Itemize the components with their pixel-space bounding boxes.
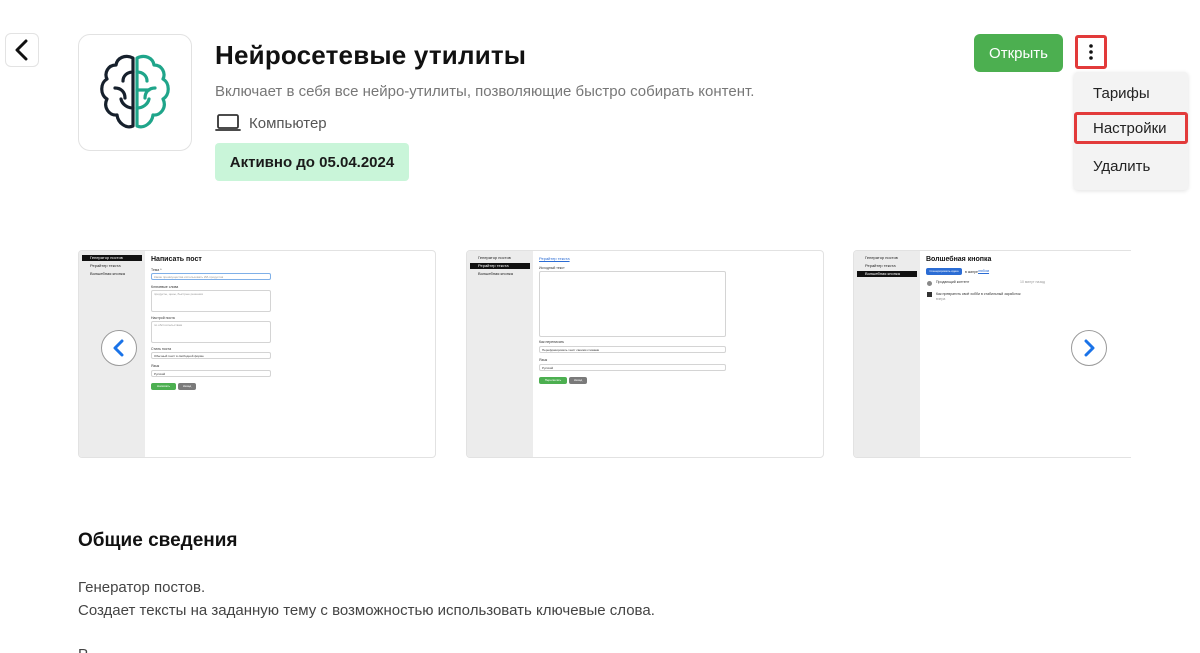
mock-sidebar-item: Волшебная кнопка: [478, 271, 513, 276]
mock-primary-button: Переписать: [539, 377, 567, 384]
mock-textarea: [539, 271, 726, 337]
mock-sidebar-item: Волшебная кнопка: [857, 271, 917, 277]
menu-item-tariffs[interactable]: Тарифы: [1074, 77, 1188, 109]
mock-secondary-button: Назад: [569, 377, 587, 384]
mock-select: Обычный текст в свободной форме: [151, 352, 271, 359]
mock-label: Ключевые слова: [151, 285, 179, 289]
mock-action-button: Сгенерировать идею: [926, 268, 962, 275]
mock-input: Какие преимущества использовать ИИ-проду…: [151, 273, 271, 280]
mock-label: Как переписать: [539, 340, 565, 344]
mock-sidebar: Генератор постов Рерайтер текста Волшебн…: [467, 251, 533, 457]
more-vertical-icon: [1089, 44, 1093, 60]
mock-sidebar-item: Рерайтер текста: [865, 263, 896, 268]
mock-link: любом: [978, 269, 990, 273]
app-icon: [78, 34, 192, 151]
mock-sidebar-item: Генератор постов: [82, 255, 142, 261]
carousel-prev-button[interactable]: [101, 330, 137, 366]
more-options-button[interactable]: [1075, 35, 1107, 69]
mock-item-icon: [927, 281, 932, 286]
app-description: Включает в себя все нейро-утилиты, позво…: [215, 83, 755, 100]
mock-label: Стиль поста: [151, 347, 172, 351]
app-title: Нейросетевые утилиты: [215, 40, 527, 70]
mock-link: Рерайтер текста: [539, 256, 570, 261]
mock-label: Тема *: [151, 268, 162, 272]
mock-item-icon: [927, 292, 932, 297]
mock-primary-button: Написать: [151, 383, 176, 390]
info-paragraph: Создает тексты на заданную тему с возмож…: [78, 602, 655, 619]
mock-list-meta: вчера: [936, 297, 946, 301]
mock-select: Перефразировать текст своими словами: [539, 346, 726, 353]
active-badge: Активно до 05.04.2024: [215, 143, 409, 181]
mock-list-item: Как превратить своё хобби в стабильный з…: [936, 292, 1021, 296]
mock-select: Русский: [151, 370, 271, 377]
mock-sidebar-item: Генератор постов: [478, 255, 511, 260]
mock-label: Язык: [151, 364, 160, 368]
mock-select: Русский: [539, 364, 726, 371]
chevron-left-icon: [113, 339, 124, 357]
mock-label: в жанре: [965, 270, 978, 274]
platform-info: Компьютер: [215, 113, 327, 133]
screenshot-2[interactable]: Генератор постов Рерайтер текста Волшебн…: [466, 250, 824, 458]
carousel-next-button[interactable]: [1071, 330, 1107, 366]
mock-title: Написать пост: [151, 256, 202, 263]
mock-label: Исходный текст: [539, 266, 565, 270]
mock-sidebar-item: Рерайтер текста: [90, 263, 121, 268]
mock-label: Язык: [539, 358, 548, 362]
brain-icon: [100, 54, 170, 128]
mock-input: по обстоятельствам: [151, 321, 271, 343]
mock-sidebar-item: Рерайтер текста: [470, 263, 530, 269]
info-paragraph: Р: [78, 646, 88, 653]
mock-title: Волшебная кнопка: [926, 256, 992, 263]
mock-list-meta: 10 минут назад: [1020, 280, 1045, 284]
mock-sidebar: Генератор постов Рерайтер текста Волшебн…: [854, 251, 920, 457]
menu-item-delete[interactable]: Удалить: [1074, 150, 1188, 182]
section-title: Общие сведения: [78, 530, 238, 551]
mock-label: Настрой поста: [151, 316, 175, 320]
mock-input: продукты, цены, быстрые решения: [151, 290, 271, 312]
laptop-icon: [215, 114, 241, 131]
mock-list-item: Продающий контент: [936, 280, 970, 284]
mock-secondary-button: Назад: [178, 383, 196, 390]
back-button[interactable]: [5, 33, 39, 67]
menu-item-settings[interactable]: Настройки: [1074, 112, 1188, 144]
options-menu: Тарифы Настройки Удалить: [1074, 72, 1188, 190]
platform-label: Компьютер: [249, 114, 327, 132]
open-button[interactable]: Открыть: [974, 34, 1063, 72]
mock-sidebar-item: Волшебная кнопка: [90, 271, 125, 276]
info-paragraph: Генератор постов.: [78, 579, 206, 596]
chevron-right-icon: [1084, 339, 1095, 357]
mock-sidebar-item: Генератор постов: [865, 255, 898, 260]
chevron-left-icon: [15, 39, 28, 61]
